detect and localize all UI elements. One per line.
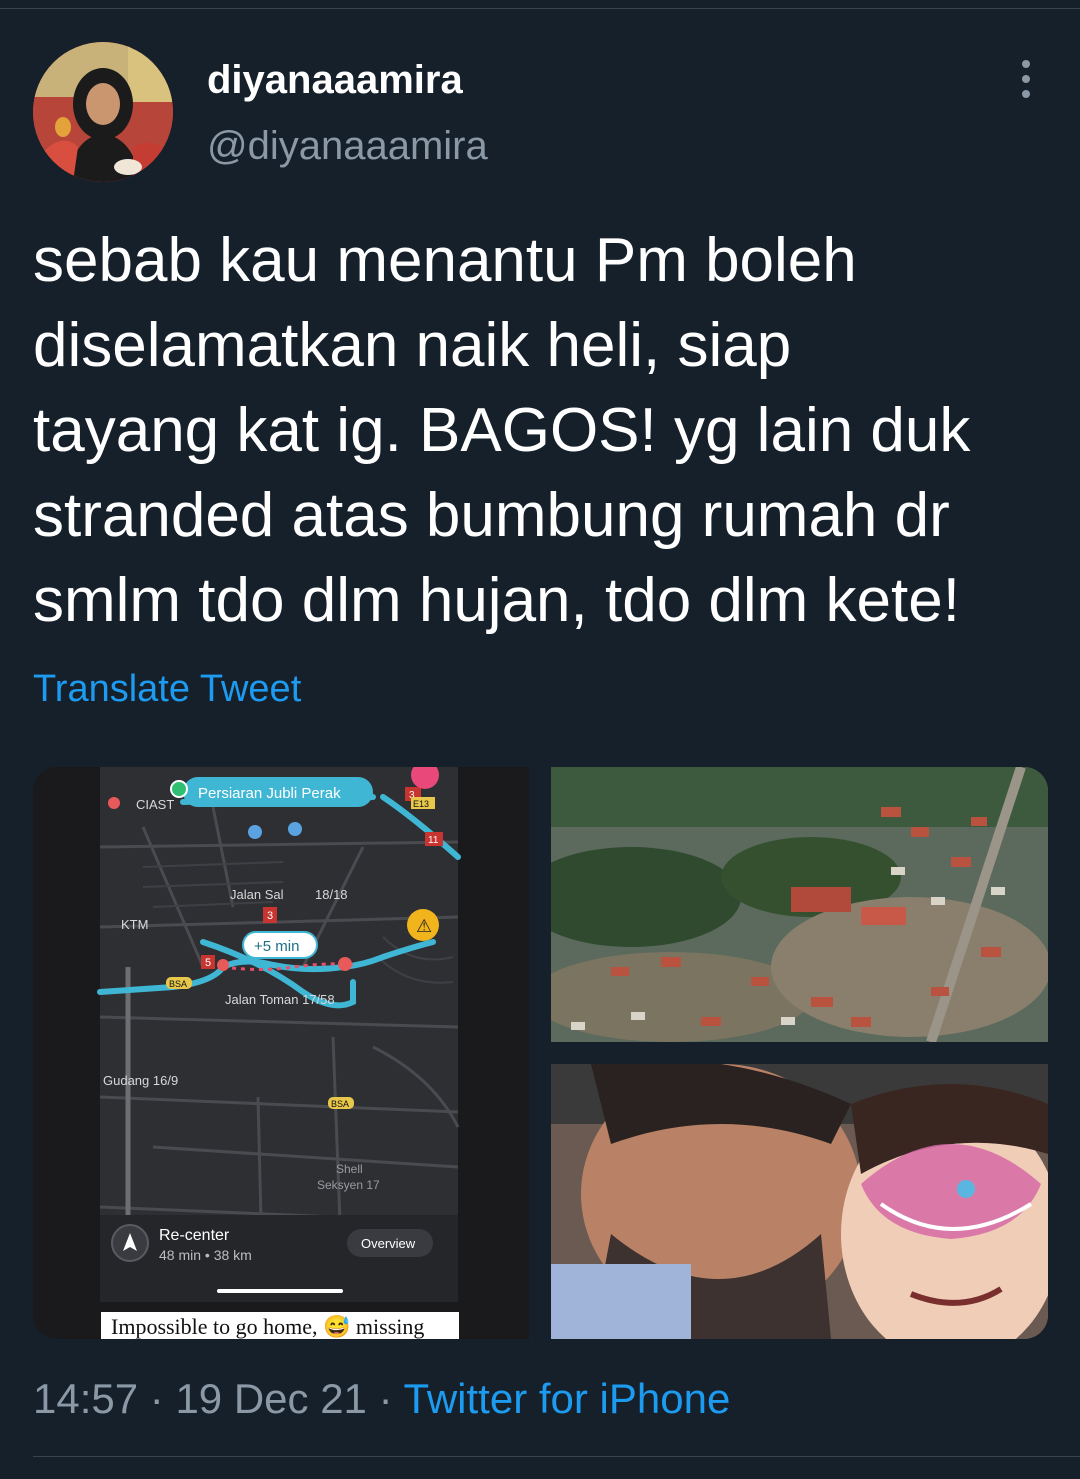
tweet-source-link[interactable]: Twitter for iPhone — [404, 1375, 731, 1422]
translate-tweet-link[interactable]: Translate Tweet — [33, 668, 301, 711]
aerial-photo-drawing — [521, 767, 1048, 1044]
map-label-gudang: Gudang 16/9 — [103, 1073, 178, 1088]
avatar[interactable] — [33, 42, 173, 182]
map-label-jalan-toman: Jalan Toman 17/58 — [225, 992, 335, 1007]
media-map-screenshot[interactable]: Persiaran Jubli Perak CIAST Jalan Sal 18… — [33, 767, 529, 1339]
user-handle[interactable]: @diyanaaamira — [207, 124, 488, 169]
map-label-shell: Shell — [336, 1162, 363, 1176]
tweet-meta: 14:57 · 19 Dec 21 · Twitter for iPhone — [33, 1375, 730, 1423]
map-label-seksyen: Seksyen 17 — [317, 1178, 380, 1192]
avatar-image — [33, 42, 173, 182]
map-badge-11: 11 — [428, 835, 439, 846]
tweet-text: sebab kau menantu Pm boleh diselamatkan … — [33, 226, 971, 635]
map-badge-e13: E13 — [413, 799, 429, 809]
map-caption: Impossible to go home, 😅 missing — [111, 1314, 425, 1339]
tweet-time[interactable]: 14:57 — [33, 1375, 138, 1422]
tweet-date[interactable]: 19 Dec 21 — [175, 1375, 366, 1422]
media-family-photo[interactable] — [551, 1059, 1048, 1339]
top-divider — [0, 8, 1080, 9]
map-label-ciast: CIAST — [136, 797, 174, 812]
map-badge-bsa-2: BSA — [331, 1099, 349, 1109]
map-drawing: Persiaran Jubli Perak CIAST Jalan Sal 18… — [33, 767, 529, 1339]
map-badge-5: 5 — [205, 957, 211, 969]
map-badge-bsa: BSA — [169, 979, 187, 989]
more-vertical-icon[interactable] — [1010, 60, 1042, 110]
map-label-jalan-sal: Jalan Sal — [230, 887, 284, 902]
media-aerial-flood-photo[interactable] — [521, 767, 1048, 1044]
media-grid: Persiaran Jubli Perak CIAST Jalan Sal 18… — [33, 767, 1048, 1339]
meta-separator-2: · — [378, 1375, 393, 1422]
destination-label: Persiaran Jubli Perak — [198, 785, 341, 802]
family-photo-drawing — [551, 1059, 1048, 1339]
recenter-label: Re-center — [159, 1227, 230, 1244]
svg-text:⚠: ⚠ — [416, 916, 432, 937]
overview-button: Overview — [361, 1236, 416, 1251]
map-label-delay: +5 min — [254, 938, 299, 955]
display-name[interactable]: diyanaaamira — [207, 58, 463, 103]
map-label-ktm: KTM — [121, 917, 148, 932]
meta-separator: · — [149, 1375, 164, 1422]
bottom-divider — [33, 1456, 1080, 1457]
map-label-18-18: 18/18 — [315, 887, 348, 902]
map-badge-3b: 3 — [267, 910, 273, 922]
trip-info: 48 min • 38 km — [159, 1247, 252, 1263]
